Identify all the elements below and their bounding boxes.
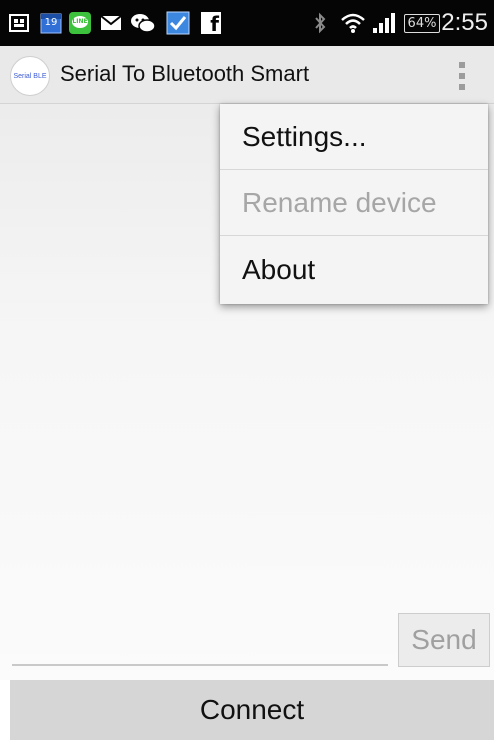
message-input[interactable] [12,664,388,666]
battery-icon: 64% [400,11,444,35]
facebook-icon: f [200,11,222,36]
line-app-icon: LINE [68,11,92,35]
facebook-glyph: f [201,12,221,36]
status-bar: 19 LINE f 64% 2:55 [0,0,494,46]
signal-icon [372,11,396,35]
clock-time: 2:55 [441,9,488,36]
wifi-icon [340,11,366,35]
app-title: Serial To Bluetooth Smart [60,61,310,86]
app-logo-text: Serial BLE [13,72,47,80]
mail-icon [100,11,122,35]
send-button[interactable]: Send [398,613,490,667]
connect-button[interactable]: Connect [10,680,494,740]
calendar-day: 19 [44,17,58,28]
task-check-icon [166,11,190,35]
overflow-menu: Settings... Rename device About [220,104,488,304]
menu-item-about[interactable]: About [220,236,488,304]
more-vertical-icon[interactable] [450,56,474,96]
app-logo[interactable]: Serial BLE [10,56,50,96]
screenshot-icon [8,11,30,35]
wechat-icon [130,11,156,35]
calendar-icon: 19 [40,11,62,35]
action-bar: Serial BLE Serial To Bluetooth Smart [0,46,494,104]
line-app-label: LINE [72,18,88,25]
battery-level: 64% [403,13,441,33]
bluetooth-icon [312,11,328,35]
menu-item-settings[interactable]: Settings... [220,104,488,170]
menu-item-rename-device: Rename device [220,170,488,236]
